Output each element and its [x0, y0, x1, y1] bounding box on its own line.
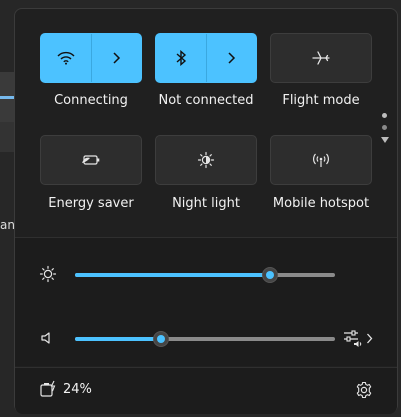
bluetooth-expand-button[interactable]: [207, 34, 257, 82]
brightness-slider-thumb[interactable]: [262, 267, 278, 283]
brightness-slider-fill: [75, 273, 270, 277]
wifi-icon: [57, 51, 75, 65]
flyout-footer: 24%: [15, 367, 397, 414]
page-dot: [382, 125, 387, 130]
mobile-hotspot-label: Mobile hotspot: [272, 196, 370, 211]
audio-mixer-icon: [343, 329, 363, 349]
mobile-hotspot-tile[interactable]: [270, 135, 372, 185]
scroll-down-arrow-icon[interactable]: [381, 137, 389, 144]
battery-status-button[interactable]: 24%: [35, 378, 95, 404]
quick-settings-flyout: Connecting Not connected Flight mode Ene…: [14, 8, 398, 414]
night-light-icon: [197, 151, 215, 169]
sliders-area: [15, 238, 397, 366]
battery-charging-icon: [39, 380, 59, 398]
energy-saver-label: Energy saver: [48, 196, 134, 211]
volume-slider-thumb[interactable]: [152, 331, 169, 347]
airplane-icon: [312, 50, 330, 66]
bluetooth-icon: [175, 50, 187, 66]
volume-slider[interactable]: [75, 331, 335, 347]
chevron-right-icon: [366, 333, 373, 344]
gear-icon[interactable]: [355, 381, 373, 399]
wifi-label: Connecting: [54, 93, 128, 108]
chevron-right-icon: [111, 52, 121, 64]
hotspot-icon: [312, 152, 330, 168]
night-light-tile[interactable]: [155, 135, 257, 185]
bluetooth-tile[interactable]: [155, 33, 257, 83]
flight-mode-tile[interactable]: [270, 33, 372, 83]
audio-output-button[interactable]: [343, 329, 375, 349]
chevron-right-icon: [226, 52, 236, 64]
battery-percentage: 24%: [63, 382, 92, 397]
bluetooth-label: Not connected: [158, 93, 254, 108]
energy-saver-icon: [81, 153, 101, 167]
wifi-tile[interactable]: [40, 33, 142, 83]
quick-toggles-area: Connecting Not connected Flight mode Ene…: [15, 9, 397, 237]
wifi-toggle-button[interactable]: [41, 34, 91, 82]
wifi-expand-button[interactable]: [92, 34, 142, 82]
volume-slider-fill: [75, 337, 161, 341]
energy-saver-tile[interactable]: [40, 135, 142, 185]
speaker-icon: [40, 331, 54, 345]
page-dot-active: [382, 113, 387, 118]
flight-mode-label: Flight mode: [282, 93, 360, 108]
page-indicator[interactable]: [381, 109, 389, 153]
brightness-slider[interactable]: [75, 267, 335, 283]
bluetooth-toggle-button[interactable]: [156, 34, 206, 82]
background-accent-line: [0, 96, 14, 99]
night-light-label: Night light: [172, 196, 240, 211]
sun-icon: [39, 265, 57, 283]
